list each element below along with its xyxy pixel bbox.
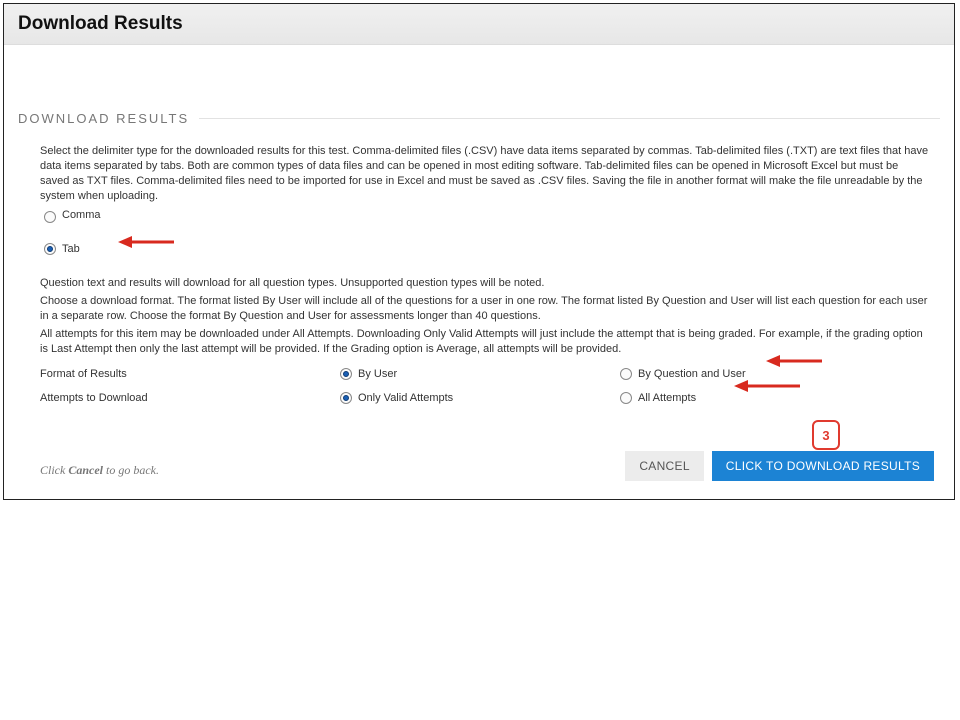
radio-label: Comma — [62, 208, 101, 223]
options-grid: Format of Results By User By Question an… — [40, 362, 930, 410]
intro-paragraph: Select the delimiter type for the downlo… — [40, 144, 930, 203]
download-results-button[interactable]: CLICK TO DOWNLOAD RESULTS — [712, 451, 934, 481]
radio-icon — [620, 368, 632, 380]
format-row: Format of Results By User By Question an… — [40, 362, 930, 386]
format-option-by-user[interactable]: By User — [340, 367, 620, 382]
page-title: Download Results — [18, 13, 183, 35]
radio-icon — [44, 211, 56, 223]
format-option-by-question-user[interactable]: By Question and User — [620, 367, 900, 382]
attempts-label: Attempts to Download — [40, 391, 340, 406]
mid-paragraph-3: All attempts for this item may be downlo… — [40, 327, 930, 357]
radio-icon — [620, 392, 632, 404]
format-label: Format of Results — [40, 367, 340, 382]
callout-badge-3: 3 — [812, 420, 840, 450]
section-divider — [199, 118, 940, 119]
callout-number: 3 — [822, 428, 829, 443]
page-header: Download Results — [4, 4, 954, 45]
radio-label: Tab — [62, 242, 80, 257]
section-content: Select the delimiter type for the downlo… — [18, 144, 940, 479]
cancel-button[interactable]: CANCEL — [625, 451, 703, 481]
attempts-row: Attempts to Download Only Valid Attempts… — [40, 386, 930, 410]
radio-label: By User — [358, 367, 397, 382]
attempts-option-valid[interactable]: Only Valid Attempts — [340, 391, 620, 406]
radio-label: All Attempts — [638, 391, 696, 406]
radio-label: By Question and User — [638, 367, 746, 382]
mid-paragraph-1: Question text and results will download … — [40, 276, 930, 291]
footer-help-suffix: to go back. — [103, 463, 159, 477]
page-frame: Download Results DOWNLOAD RESULTS Select… — [3, 3, 955, 500]
delimiter-option-tab[interactable]: Tab — [40, 242, 930, 257]
footer-help-strong: Cancel — [68, 463, 103, 477]
footer-help-prefix: Click — [40, 463, 68, 477]
section-header-row: DOWNLOAD RESULTS — [18, 111, 940, 126]
mid-paragraph-2: Choose a download format. The format lis… — [40, 294, 930, 324]
radio-icon — [340, 392, 352, 404]
radio-icon — [340, 368, 352, 380]
delimiter-option-comma[interactable]: Comma — [40, 207, 930, 223]
radio-label: Only Valid Attempts — [358, 391, 453, 406]
button-row: CANCEL CLICK TO DOWNLOAD RESULTS — [625, 451, 934, 481]
attempts-option-all[interactable]: All Attempts — [620, 391, 900, 406]
radio-icon — [44, 243, 56, 255]
section-title: DOWNLOAD RESULTS — [18, 111, 199, 126]
